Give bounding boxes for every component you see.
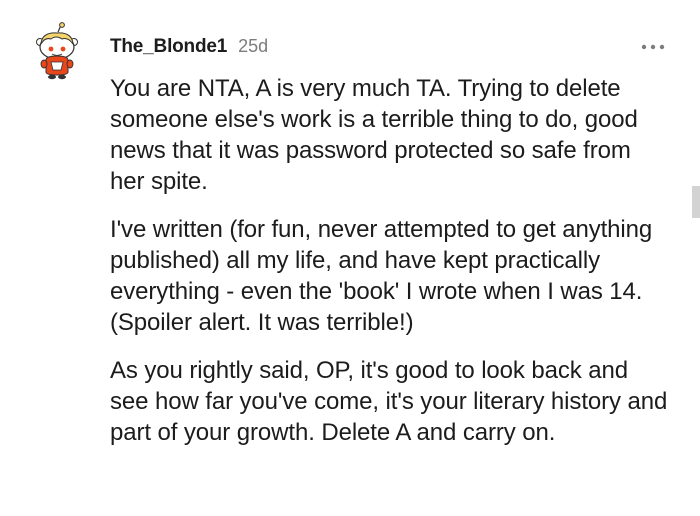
user-avatar[interactable] xyxy=(34,22,80,80)
more-options-icon xyxy=(641,44,665,50)
username-link[interactable]: The_Blonde1 xyxy=(110,36,227,58)
comment-paragraph: As you rightly said, OP, it's good to lo… xyxy=(110,357,668,446)
comment-body: You are NTA, A is very much TA. Trying t… xyxy=(110,73,670,465)
more-options-button[interactable] xyxy=(640,40,666,54)
comment-paragraph: I've written (for fun, never attempted t… xyxy=(110,216,653,336)
snoo-avatar-icon xyxy=(36,22,78,80)
comment: The_Blonde1 25d You are NTA, A is very m… xyxy=(0,0,700,516)
comment-header: The_Blonde1 25d xyxy=(110,36,268,60)
comment-age: 25d xyxy=(238,36,269,56)
comment-paragraph: You are NTA, A is very much TA. Trying t… xyxy=(110,75,638,195)
scrollbar-thumb[interactable] xyxy=(692,186,700,218)
